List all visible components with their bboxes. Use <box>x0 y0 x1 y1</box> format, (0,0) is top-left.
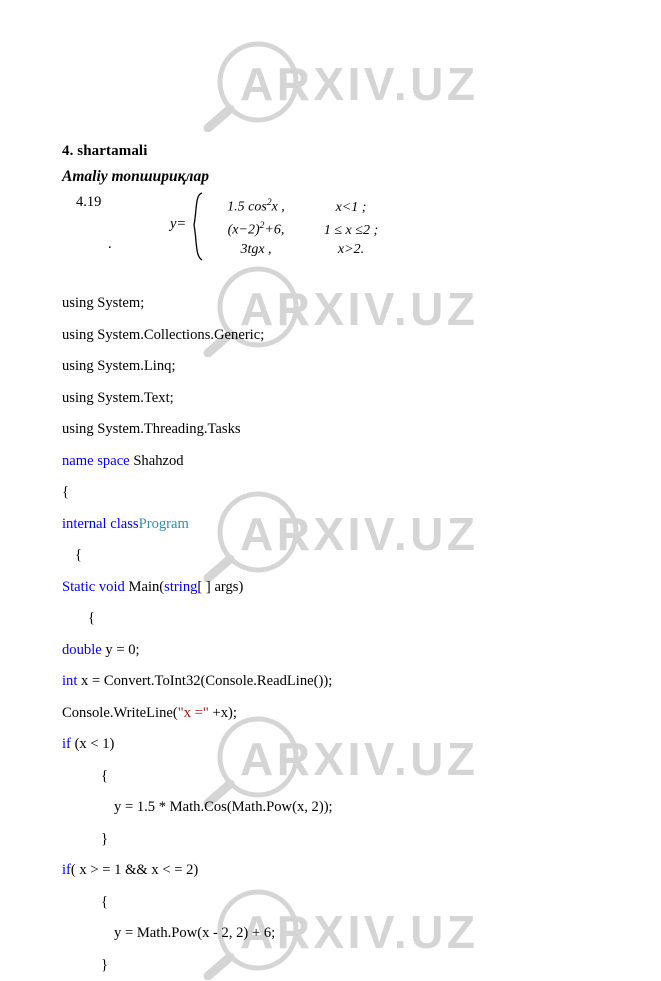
code-line: if (x < 1) <box>62 729 622 761</box>
case-expression: 3tgx , <box>204 238 308 261</box>
code-token-text: using System; <box>62 295 144 311</box>
code-line: { <box>62 477 622 509</box>
code-line: double y = 0; <box>62 635 622 667</box>
code-line: Static void Main(string[ ] args) <box>62 572 622 604</box>
piecewise-cases: 1.5 cos2x ,x<1 ;(x−2)2+6,1 ≤ x ≤2 ;3tgx … <box>204 192 394 261</box>
code-token-keyword: string <box>164 579 197 595</box>
code-token-keyword: if <box>62 736 71 752</box>
code-token-text: +x); <box>209 705 237 721</box>
code-token-text: x = Convert.ToInt32(Console.ReadLine()); <box>77 673 332 689</box>
code-line: y = 1.5 * Math.Cos(Math.Pow(x, 2)); <box>62 792 622 824</box>
code-token-text: { <box>101 894 108 910</box>
code-token-text: y = 1.5 * Math.Cos(Math.Pow(x, 2)); <box>114 799 333 815</box>
code-line: if( x > = 1 && x < = 2) <box>62 855 622 887</box>
code-token-text: Main( <box>125 579 164 595</box>
code-line: using System.Text; <box>62 383 622 415</box>
code-token-text: { <box>101 768 108 784</box>
piecewise-case-row: (x−2)2+6,1 ≤ x ≤2 ; <box>204 215 394 238</box>
code-line: using System.Linq; <box>62 351 622 383</box>
code-token-keyword: if <box>62 862 71 878</box>
code-line: { <box>62 761 622 793</box>
code-token-type: Program <box>139 516 189 532</box>
code-token-text: ( x > = 1 && x < = 2) <box>71 862 198 878</box>
code-line: name space Shahzod <box>62 446 622 478</box>
code-line: } <box>62 950 622 981</box>
code-line: using System.Collections.Generic; <box>62 320 622 352</box>
case-condition: x>2. <box>308 238 394 261</box>
code-token-text: { <box>62 484 69 500</box>
code-token-text: (x < 1) <box>71 736 115 752</box>
document-page: 4. shartamali Amaliy топшириқлар 4.19 . … <box>0 0 661 935</box>
code-line: { <box>62 887 622 919</box>
code-token-string: "x =" <box>178 705 209 721</box>
piecewise-case-row: 1.5 cos2x ,x<1 ; <box>204 192 394 215</box>
code-line: y = Math.Pow(x - 2, 2) + 6; <box>62 918 622 950</box>
code-token-keyword: double <box>62 642 102 658</box>
page-subtitle: Amaliy топшириқлар <box>62 168 209 186</box>
piecewise-brace-icon <box>189 192 205 262</box>
exercise-number: 4.19 <box>76 194 101 211</box>
code-token-text: } <box>101 831 108 847</box>
code-token-keyword: name space <box>62 453 130 469</box>
code-token-text: { <box>88 610 95 626</box>
code-token-text: } <box>101 957 108 973</box>
code-token-text: using System.Linq; <box>62 358 176 374</box>
code-token-text: Shahzod <box>130 453 184 469</box>
code-listing: using System; using System.Collections.Ge… <box>62 288 622 981</box>
code-token-text: using System.Collections.Generic; <box>62 327 264 343</box>
code-token-text: [ ] args) <box>197 579 243 595</box>
code-token-keyword: int <box>62 673 77 689</box>
code-token-text: y = 0; <box>102 642 140 658</box>
code-token-text: using System.Text; <box>62 390 174 406</box>
piecewise-case-row: 3tgx ,x>2. <box>204 238 394 261</box>
code-line: { <box>62 540 622 572</box>
exercise-formula-block: 4.19 . y= 1.5 cos2x ,x<1 ;(x−2)2+6,1 ≤ x… <box>62 192 492 264</box>
code-token-text: y = Math.Pow(x - 2, 2) + 6; <box>114 925 275 941</box>
code-line: int x = Convert.ToInt32(Console.ReadLine… <box>62 666 622 698</box>
code-line: using System; <box>62 288 622 320</box>
code-line: using System.Threading.Tasks <box>62 414 622 446</box>
code-token-text: { <box>75 547 82 563</box>
code-line: } <box>62 824 622 856</box>
code-token-text: Console.WriteLine( <box>62 705 178 721</box>
code-line: Console.WriteLine("x =" +x); <box>62 698 622 730</box>
code-token-keyword: internal class <box>62 516 139 532</box>
code-line: { <box>62 603 622 635</box>
code-line: internal classProgram <box>62 509 622 541</box>
code-token-keyword: Static void <box>62 579 125 595</box>
code-token-text: using System.Threading.Tasks <box>62 421 241 437</box>
exercise-trailing-dot: . <box>108 236 112 253</box>
formula-lhs: y= <box>170 216 186 233</box>
page-title: 4. shartamali <box>62 143 147 160</box>
